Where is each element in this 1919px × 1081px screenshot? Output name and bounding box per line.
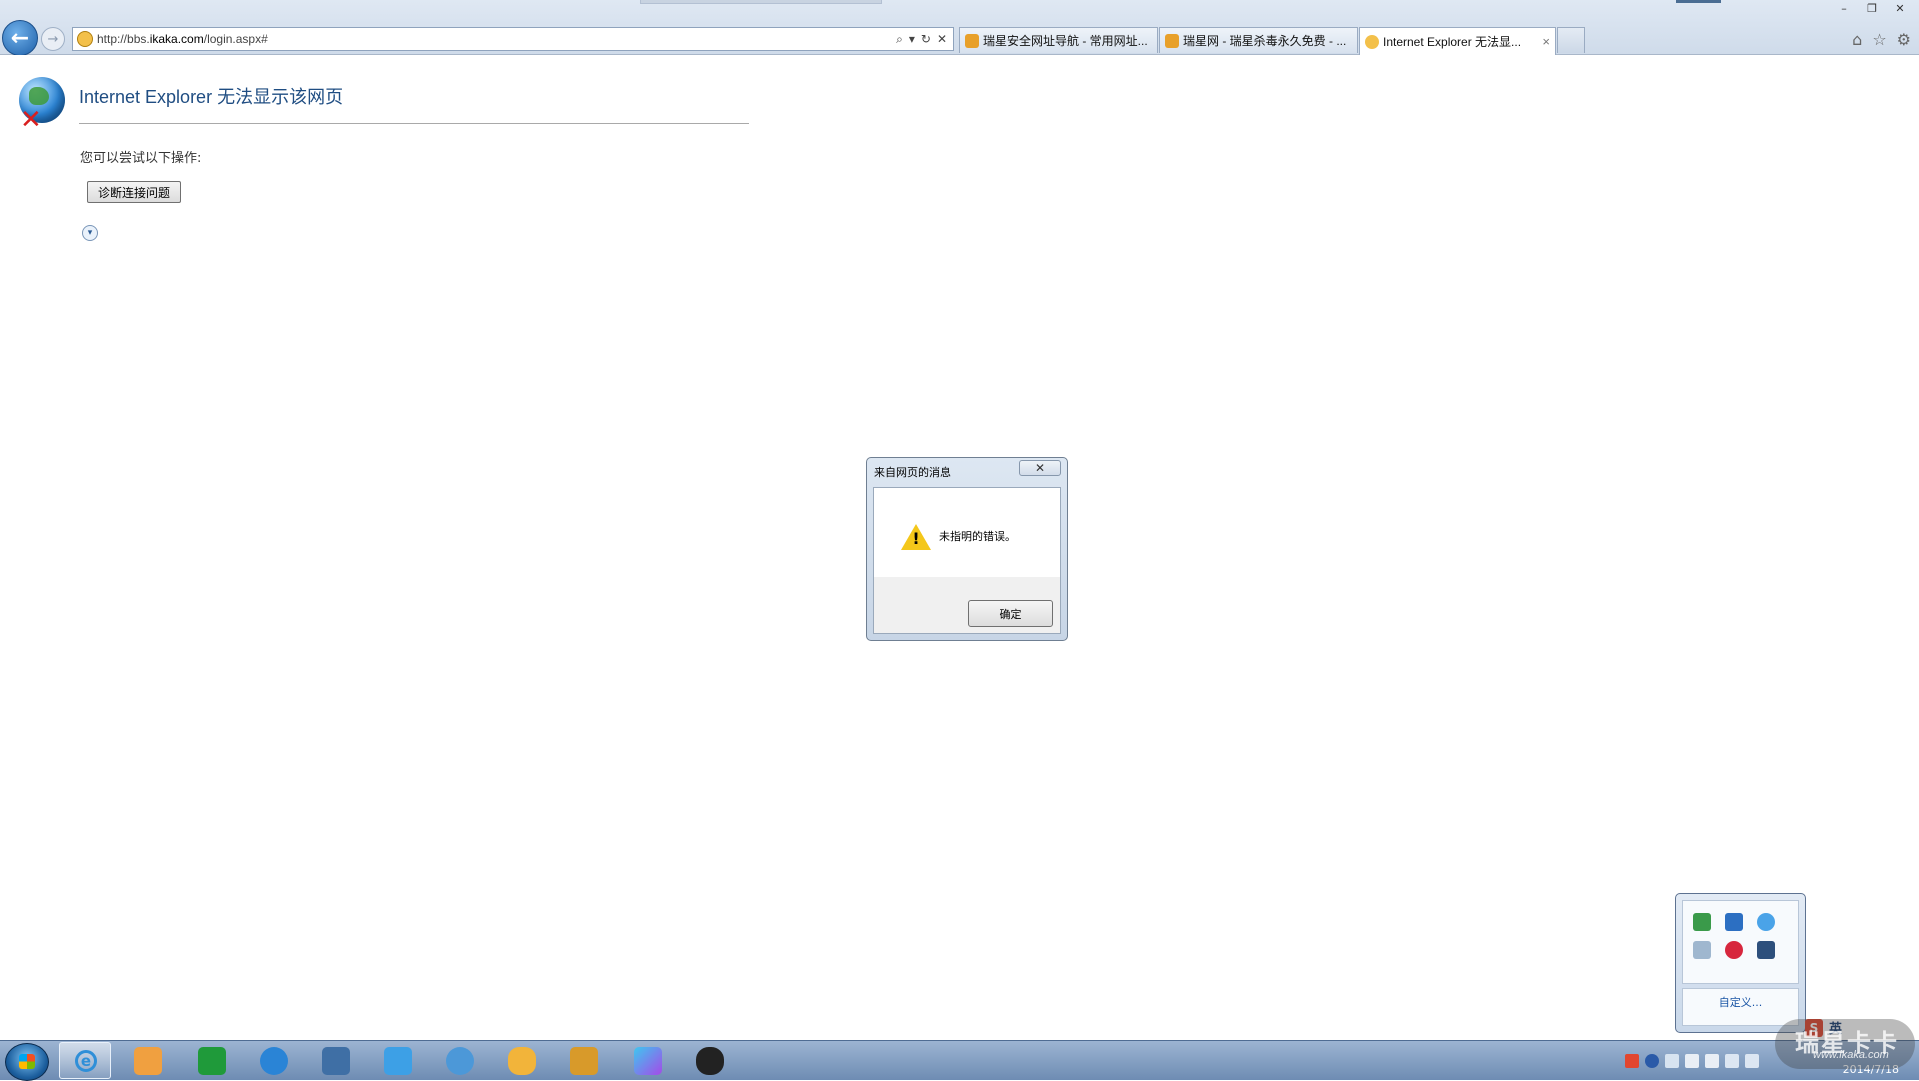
- error-x-icon: ✕: [20, 105, 42, 135]
- message-dialog: 来自网页的消息 ✕ ! 未指明的错误。 确定: [866, 457, 1068, 641]
- tab-ie-error[interactable]: Internet Explorer 无法显... ×: [1359, 27, 1556, 55]
- more-info-toggle-icon[interactable]: ▾: [82, 225, 98, 241]
- taskbar-firewall[interactable]: [320, 1045, 352, 1077]
- try-text: 您可以尝试以下操作:: [80, 151, 202, 166]
- help-icon[interactable]: [1645, 1053, 1659, 1068]
- restore-button[interactable]: ❐: [1859, 0, 1885, 17]
- display-icon[interactable]: [1685, 1053, 1699, 1068]
- window-controls: – ❐ ✕: [1831, 0, 1913, 18]
- close-window-button[interactable]: ✕: [1887, 0, 1913, 17]
- taskbar-kugou[interactable]: [258, 1045, 290, 1077]
- start-button[interactable]: [5, 1043, 49, 1081]
- lion-shield-icon: [570, 1047, 598, 1075]
- url-prefix: http://bbs.: [97, 32, 150, 46]
- toolbar-icons: ⌂ ☆ ⚙: [1852, 30, 1911, 49]
- page-icon: [1365, 34, 1379, 49]
- watermark-url: www.ikaka.com: [1813, 1049, 1889, 1061]
- forward-button[interactable]: →: [41, 27, 65, 51]
- qq-icon: [696, 1047, 724, 1075]
- tools-icon[interactable]: ⚙: [1897, 30, 1911, 49]
- flag-icon[interactable]: [1705, 1053, 1719, 1068]
- window-icon[interactable]: [1725, 913, 1743, 931]
- taskbar-security-guard[interactable]: [444, 1045, 476, 1077]
- taskbar-bird-app[interactable]: [382, 1045, 414, 1077]
- customize-link[interactable]: 自定义...: [1676, 994, 1805, 1010]
- shield-icon[interactable]: [1757, 941, 1775, 959]
- show-hidden-icons-icon[interactable]: [1665, 1053, 1679, 1068]
- address-controls: ⌕ ▾ ↻ ✕: [896, 32, 953, 47]
- warning-mark: !: [912, 529, 920, 548]
- ok-button[interactable]: 确定: [968, 600, 1053, 627]
- dialog-close-button[interactable]: ✕: [1019, 460, 1061, 476]
- globe-icon[interactable]: [1757, 913, 1775, 931]
- tab-rising-nav[interactable]: 瑞星安全网址导航 - 常用网址...: [959, 27, 1158, 53]
- dialog-message: 未指明的错误。: [939, 530, 1016, 543]
- taskbar-qq-game[interactable]: [506, 1045, 538, 1077]
- sogou-icon[interactable]: [1625, 1053, 1639, 1068]
- favorites-icon[interactable]: ☆: [1872, 30, 1886, 49]
- browser-chrome: – ❐ ✕ ← → http://bbs.ikaka.com/login.asp…: [0, 0, 1919, 56]
- search-icon[interactable]: ⌕: [896, 32, 903, 47]
- taskbar-lion-shield[interactable]: [568, 1045, 600, 1077]
- url-domain: ikaka.com: [149, 32, 204, 46]
- forward-arrow-icon: →: [47, 31, 59, 47]
- firewall-icon: [322, 1047, 350, 1075]
- network-icon[interactable]: [1693, 913, 1711, 931]
- tab-label: 瑞星网 - 瑞星杀毒永久免费 - ...: [1183, 34, 1347, 48]
- title-indicator: [1676, 0, 1721, 3]
- address-url[interactable]: http://bbs.ikaka.com/login.aspx#: [97, 32, 896, 46]
- tab-close-icon[interactable]: ×: [1542, 34, 1550, 49]
- taskbar-media-player[interactable]: [132, 1045, 164, 1077]
- qq-game-icon: [508, 1047, 536, 1075]
- page-icon: [77, 31, 93, 47]
- media-player-icon: [134, 1047, 162, 1075]
- dialog-body: ! 未指明的错误。 确定: [873, 487, 1061, 634]
- security-guard-icon: [446, 1047, 474, 1075]
- dialog-title: 来自网页的消息: [874, 466, 951, 479]
- address-bar[interactable]: http://bbs.ikaka.com/login.aspx# ⌕ ▾ ↻ ✕: [72, 27, 954, 51]
- tiger-icon: [1165, 33, 1179, 48]
- title-search-slot: [640, 0, 882, 4]
- kugou-icon: [260, 1047, 288, 1075]
- dropdown-icon[interactable]: ▾: [909, 32, 915, 47]
- taskbar-play-store[interactable]: [632, 1045, 664, 1077]
- tab-label: Internet Explorer 无法显...: [1383, 35, 1522, 49]
- taskbar-green-app[interactable]: [196, 1045, 228, 1077]
- tiger-icon: [965, 33, 979, 48]
- taskbar-ie-button[interactable]: e: [59, 1042, 111, 1079]
- note-icon[interactable]: [1693, 941, 1711, 959]
- windows-logo-icon: [19, 1054, 35, 1069]
- tray-overflow-popup: 自定义...: [1675, 893, 1806, 1033]
- refresh-icon[interactable]: ↻: [921, 32, 931, 47]
- url-path: /login.aspx#: [203, 32, 268, 46]
- tab-rising-site[interactable]: 瑞星网 - 瑞星杀毒永久免费 - ...: [1159, 27, 1358, 53]
- taskbar: e 2014/7/18: [0, 1040, 1919, 1081]
- home-icon[interactable]: ⌂: [1852, 30, 1862, 49]
- record-icon[interactable]: [1725, 941, 1743, 959]
- ie-icon: e: [75, 1050, 97, 1072]
- network-signal-icon[interactable]: [1725, 1053, 1739, 1068]
- tab-label: 瑞星安全网址导航 - 常用网址...: [983, 34, 1148, 48]
- play-store-icon: [634, 1047, 662, 1075]
- stop-icon[interactable]: ✕: [937, 32, 947, 47]
- new-tab-button[interactable]: [1557, 27, 1585, 53]
- minimize-button[interactable]: –: [1831, 0, 1857, 17]
- page-title: Internet Explorer 无法显示该网页: [79, 87, 344, 107]
- diagnose-button[interactable]: 诊断连接问题: [87, 181, 182, 203]
- green-app-icon: [198, 1047, 226, 1075]
- back-button[interactable]: ←: [2, 20, 38, 56]
- site-watermark: 瑞星卡卡 www.ikaka.com: [1775, 1019, 1915, 1069]
- title-divider: [79, 123, 749, 124]
- back-arrow-icon: ←: [10, 25, 30, 51]
- bird-app-icon: [384, 1047, 412, 1075]
- tray-icons-panel: [1682, 900, 1799, 984]
- volume-icon[interactable]: [1745, 1053, 1759, 1068]
- taskbar-qq[interactable]: [694, 1045, 726, 1077]
